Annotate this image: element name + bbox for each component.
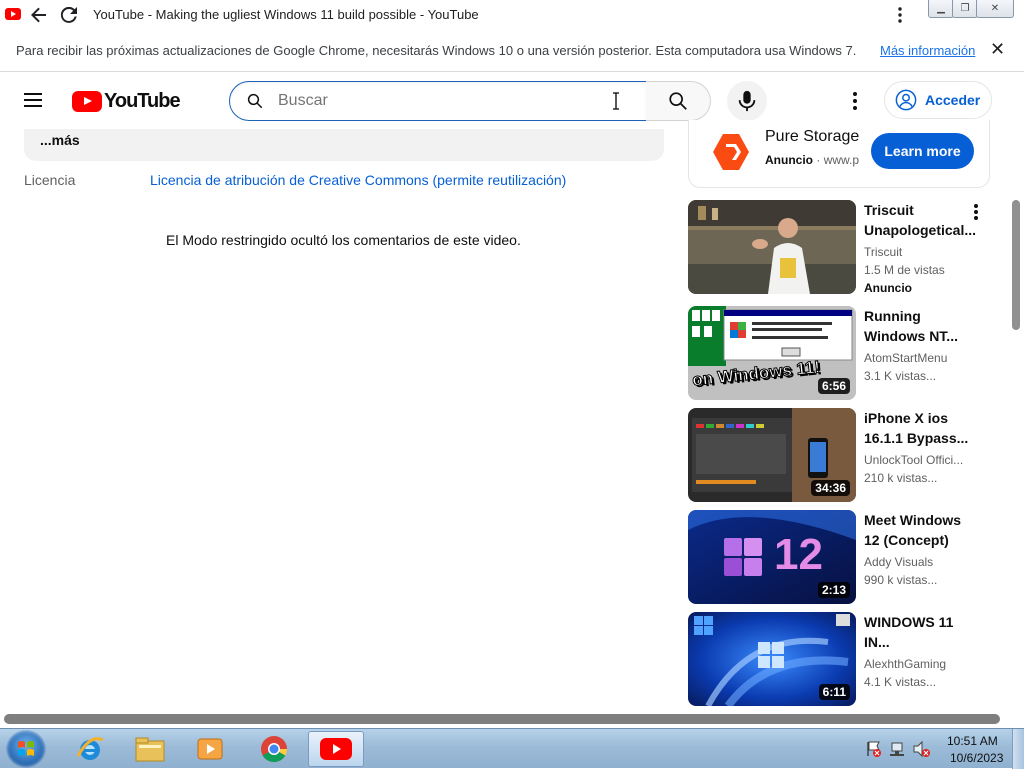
start-button[interactable] xyxy=(6,730,46,768)
video-duration: 6:11 xyxy=(818,684,850,700)
video-duration: 34:36 xyxy=(811,480,850,496)
video-title-line2[interactable]: 12 (Concept) xyxy=(864,530,976,550)
action-center-flag-icon xyxy=(867,741,881,757)
license-label: Licencia xyxy=(24,172,76,188)
youtube-play-icon xyxy=(72,91,102,112)
pure-storage-logo xyxy=(713,134,749,170)
video-thumbnail[interactable] xyxy=(688,200,856,294)
ad-card[interactable]: Pure Storage Anuncio · www.p Learn more xyxy=(688,120,990,188)
video-title[interactable]: Triscuit xyxy=(864,200,976,220)
video-menu-icon[interactable] xyxy=(972,204,980,224)
youtube-taskbar-icon[interactable] xyxy=(308,731,364,767)
browser-titlebar: YouTube - Making the ugliest Windows 11 … xyxy=(0,0,1024,30)
video-item[interactable]: Triscuit Unapologetical... Triscuit 1.5 … xyxy=(688,200,992,295)
video-title-line2[interactable]: 16.1.1 Bypass... xyxy=(864,428,976,448)
internet-explorer-taskbar-icon[interactable] xyxy=(62,731,118,767)
video-channel[interactable]: Addy Visuals xyxy=(864,555,972,569)
clock-date[interactable]: 10/6/2023 xyxy=(950,751,1003,765)
video-thumbnail[interactable]: on Windows 11! 6:56 xyxy=(688,306,856,400)
minimize-button[interactable]: ▁ xyxy=(928,0,954,18)
text-cursor-icon xyxy=(613,92,619,110)
signin-button[interactable]: Acceder xyxy=(884,81,992,119)
more-options-icon[interactable] xyxy=(845,89,865,113)
close-window-button[interactable]: ✕ xyxy=(976,0,1014,18)
video-item[interactable]: 34:36 iPhone X ios 16.1.1 Bypass... Unlo… xyxy=(688,408,992,502)
signin-label: Acceder xyxy=(925,92,981,108)
video-thumbnail[interactable]: 12 2:13 xyxy=(688,510,856,604)
back-arrow-icon[interactable] xyxy=(28,4,50,26)
show-more-link[interactable]: ...más xyxy=(40,132,80,148)
reload-icon[interactable] xyxy=(58,4,80,26)
license-link[interactable]: Licencia de atribución de Creative Commo… xyxy=(150,172,566,188)
update-infobar: Para recibir las próximas actualizacione… xyxy=(0,30,1024,72)
ad-separator: · xyxy=(816,153,821,167)
video-duration: 2:13 xyxy=(817,582,850,598)
page-title: YouTube - Making the ugliest Windows 11 … xyxy=(93,7,479,22)
video-title-line2[interactable]: IN... xyxy=(864,632,976,652)
search-button[interactable] xyxy=(646,81,711,121)
video-duration: 6:56 xyxy=(817,378,850,394)
show-desktop-button[interactable] xyxy=(1012,729,1024,769)
restore-button[interactable]: ❐ xyxy=(952,0,978,18)
search-input[interactable] xyxy=(278,90,598,112)
account-icon xyxy=(895,89,917,111)
video-title[interactable]: iPhone X ios xyxy=(864,408,976,428)
chrome-menu-icon[interactable] xyxy=(889,4,911,26)
video-item[interactable]: 6:11 WINDOWS 11 IN... AlexhthGaming 4.1 … xyxy=(688,612,992,706)
close-icon[interactable]: ✕ xyxy=(990,39,1005,60)
video-views: 3.1 K vistas... xyxy=(864,369,937,383)
chrome-taskbar-icon[interactable] xyxy=(246,731,302,767)
media-player-taskbar-icon[interactable] xyxy=(182,731,238,767)
youtube-logo[interactable]: YouTube xyxy=(72,90,181,113)
ad-url: www.p xyxy=(823,153,859,167)
video-item[interactable]: on Windows 11! 6:56 Running Windows NT..… xyxy=(688,306,992,400)
ad-label: Anuncio xyxy=(765,153,813,167)
thumbnail-caption: 12 xyxy=(774,530,823,579)
video-title[interactable]: Running xyxy=(864,306,976,326)
description-box[interactable]: ...más xyxy=(24,129,664,161)
infobar-message: Para recibir las próximas actualizacione… xyxy=(16,43,857,58)
logo-text: YouTube xyxy=(104,90,181,112)
video-views: 4.1 K vistas... xyxy=(864,675,937,689)
video-views: 990 k vistas... xyxy=(864,573,938,587)
system-tray xyxy=(864,739,934,759)
network-icon xyxy=(890,742,904,756)
video-title[interactable]: Meet Windows xyxy=(864,510,976,530)
ad-badge: Anuncio xyxy=(864,281,912,295)
vertical-scrollbar-thumb[interactable] xyxy=(1012,200,1020,330)
video-views: 1.5 M de vistas xyxy=(864,263,945,277)
ad-title: Pure Storage xyxy=(765,128,860,145)
windows-logo-icon xyxy=(18,741,34,756)
hamburger-menu-icon[interactable] xyxy=(24,90,48,112)
voice-search-button[interactable] xyxy=(727,81,767,121)
microphone-icon xyxy=(738,90,756,112)
video-channel[interactable]: AlexhthGaming xyxy=(864,657,972,671)
search-icon xyxy=(247,93,263,109)
video-title[interactable]: WINDOWS 11 xyxy=(864,612,976,632)
video-channel[interactable]: AtomStartMenu xyxy=(864,351,972,365)
video-channel[interactable]: Triscuit xyxy=(864,245,972,259)
more-info-link[interactable]: Más información xyxy=(880,43,975,58)
horizontal-scrollbar-thumb[interactable] xyxy=(4,714,1000,724)
video-title-line2[interactable]: Windows NT... xyxy=(864,326,976,346)
comments-disabled-notice: El Modo restringido ocultó los comentari… xyxy=(166,232,521,248)
learn-more-button[interactable]: Learn more xyxy=(871,133,974,169)
ad-subtitle: Anuncio · www.p xyxy=(765,153,859,167)
youtube-favicon-icon xyxy=(5,8,21,20)
volume-muted-icon xyxy=(913,740,930,758)
video-channel[interactable]: UnlockTool Offici... xyxy=(864,453,972,467)
search-box[interactable] xyxy=(229,81,647,121)
video-thumbnail[interactable]: 6:11 xyxy=(688,612,856,706)
windows-taskbar: 10:51 AM 10/6/2023 xyxy=(0,728,1024,769)
video-item[interactable]: 12 2:13 Meet Windows 12 (Concept) Addy V… xyxy=(688,510,992,604)
video-title-line2[interactable]: Unapologetical... xyxy=(864,220,976,240)
video-thumbnail[interactable]: 34:36 xyxy=(688,408,856,502)
search-icon xyxy=(669,92,687,110)
video-views: 210 k vistas... xyxy=(864,471,938,485)
file-explorer-taskbar-icon[interactable] xyxy=(122,731,178,767)
clock-time[interactable]: 10:51 AM xyxy=(947,734,998,748)
